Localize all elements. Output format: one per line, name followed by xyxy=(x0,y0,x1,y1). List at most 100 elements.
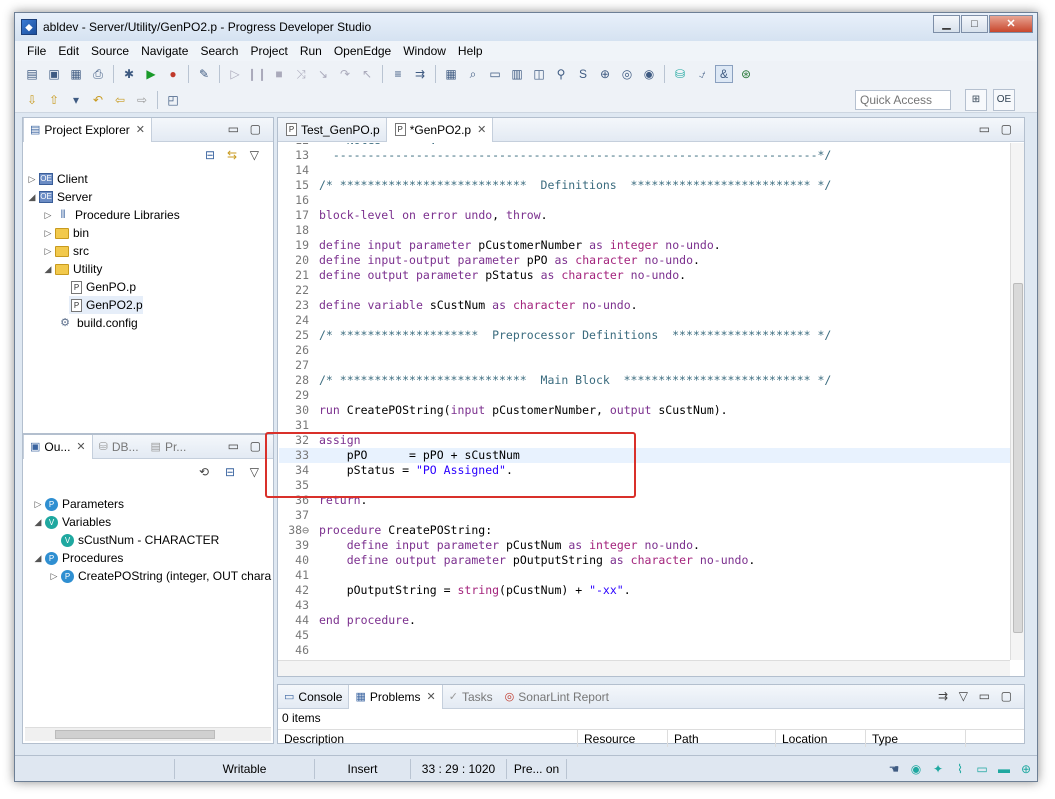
column-location[interactable]: Location xyxy=(776,730,866,747)
print-icon[interactable]: ⎙ xyxy=(89,65,107,83)
code-line[interactable]: 18 xyxy=(279,223,1010,238)
code-text[interactable]: define output parameter pStatus as chara… xyxy=(319,268,686,283)
code-line[interactable]: 13 -------------------------------------… xyxy=(279,148,1010,163)
code-line[interactable]: 44 end procedure. xyxy=(279,613,1010,628)
tab-genpo2[interactable]: P *GenPO2.p ✕ xyxy=(385,117,494,142)
minimize-view-icon[interactable]: ▭ xyxy=(228,439,239,453)
menu-project[interactable]: Project xyxy=(244,44,293,58)
scroll-thumb[interactable] xyxy=(1013,283,1023,633)
code-line[interactable]: 46 xyxy=(279,643,1010,658)
network-icon[interactable]: ◉ xyxy=(640,65,658,83)
pin-icon[interactable]: ▾ xyxy=(67,91,85,109)
minimize-view-icon[interactable]: ▭ xyxy=(228,122,239,136)
code-line[interactable]: 29 xyxy=(279,388,1010,403)
new-icon[interactable]: ▤ xyxy=(23,65,41,83)
broom-icon[interactable]: ⌇ xyxy=(951,760,969,778)
code-text[interactable]: run CreatePOString(input pCustomerNumber… xyxy=(319,403,728,418)
menu-window[interactable]: Window xyxy=(397,44,452,58)
view-menu-icon[interactable]: ▽ xyxy=(959,689,968,703)
tree-item-procedure-libraries[interactable]: ▷ ⫴ Procedure Libraries xyxy=(43,206,180,224)
maximize-view-icon[interactable]: ▢ xyxy=(1001,689,1012,703)
quick-access-input[interactable] xyxy=(855,90,951,110)
focus-icon[interactable]: ⇉ xyxy=(938,689,948,703)
tree-item-genpo[interactable]: P GenPO.p xyxy=(69,278,136,296)
minimize-button[interactable]: ▁ xyxy=(933,15,960,33)
outline-item-procedures[interactable]: ◢ P Procedures xyxy=(33,549,124,567)
code-text[interactable]: /* *************************** Definitio… xyxy=(319,178,831,193)
code-text[interactable]: define input parameter pCustomerNumber a… xyxy=(319,238,721,253)
grid-icon[interactable]: ▦ xyxy=(442,65,460,83)
code-line[interactable]: 41 xyxy=(279,568,1010,583)
tab-db-structure[interactable]: ⛁ DB... xyxy=(93,435,145,459)
minimize-view-icon[interactable]: ▭ xyxy=(979,122,990,136)
code-line[interactable]: 14 xyxy=(279,163,1010,178)
forward-icon[interactable]: ⇨ xyxy=(133,91,151,109)
disconnect-icon[interactable]: ⤨ xyxy=(292,65,310,83)
tree-item-client[interactable]: ▷ OE Client xyxy=(27,170,88,188)
code-line[interactable]: 26 xyxy=(279,343,1010,358)
table-icon[interactable]: ▥ xyxy=(508,65,526,83)
column-description[interactable]: Description xyxy=(278,730,578,747)
find-icon[interactable]: ⌕ xyxy=(464,65,482,83)
back-icon[interactable]: ⇦ xyxy=(111,91,129,109)
close-icon[interactable]: ✕ xyxy=(136,123,145,136)
tab-properties[interactable]: ▤ Pr... xyxy=(145,435,193,459)
column-path[interactable]: Path xyxy=(668,730,776,747)
next-annotation-icon[interactable]: ⇩ xyxy=(23,91,41,109)
compile-check-icon[interactable]: ⍻ xyxy=(693,65,711,83)
close-icon[interactable]: ✕ xyxy=(477,123,486,136)
save-all-icon[interactable]: ▦ xyxy=(67,65,85,83)
outline-item-createpostring[interactable]: ▷ P CreatePOString (integer, OUT chara xyxy=(49,567,272,585)
code-text[interactable]: procedure CreatePOString: xyxy=(319,523,492,538)
code-text[interactable]: define output parameter pOutputString as… xyxy=(319,553,756,568)
menu-source[interactable]: Source xyxy=(85,44,135,58)
globe-search-icon[interactable]: ◎ xyxy=(618,65,636,83)
perspective-switch-icon[interactable]: ⊞ xyxy=(965,89,987,111)
code-text[interactable]: end procedure. xyxy=(319,613,416,628)
code-line[interactable]: 19 define input parameter pCustomerNumber… xyxy=(279,238,1010,253)
code-line[interactable]: 17 block-level on error undo, throw. xyxy=(279,208,1010,223)
resume-icon[interactable]: ▷ xyxy=(226,65,244,83)
tree-item-build-config[interactable]: ⚙ build.config xyxy=(55,314,138,332)
eye-icon[interactable]: ◉ xyxy=(907,760,925,778)
ampersand-icon[interactable]: & xyxy=(715,65,733,83)
code-text[interactable]: define input-output parameter pPO as cha… xyxy=(319,253,700,268)
openedge-perspective-icon[interactable]: OE xyxy=(993,89,1015,111)
code-line[interactable]: 21 define output parameter pStatus as cha… xyxy=(279,268,1010,283)
scroll-thumb[interactable] xyxy=(55,730,215,739)
collapse-all-icon[interactable]: ⊟ xyxy=(205,148,215,162)
tab-sonarlint-report[interactable]: ◎ SonarLint Report xyxy=(499,685,615,709)
code-text[interactable]: /* ******************** Preprocessor Def… xyxy=(319,328,831,343)
tab-tasks[interactable]: ✓ Tasks xyxy=(443,685,499,709)
code-text[interactable]: define input parameter pCustNum as integ… xyxy=(319,538,700,553)
view-menu-icon[interactable]: ▽ xyxy=(250,465,259,479)
code-line[interactable]: 22 xyxy=(279,283,1010,298)
code-line[interactable]: 37 xyxy=(279,508,1010,523)
code-line[interactable]: 45 xyxy=(279,628,1010,643)
hand-icon[interactable]: ☚ xyxy=(885,760,903,778)
appserver-icon[interactable]: ⊛ xyxy=(737,65,755,83)
monitor-icon[interactable]: ▭ xyxy=(973,760,991,778)
code-text[interactable]: block-level on error undo, throw. xyxy=(319,208,548,223)
column-type[interactable]: Type xyxy=(866,730,966,747)
debug-icon[interactable]: ✱ xyxy=(120,65,138,83)
code-line[interactable]: 15 /* *************************** Definit… xyxy=(279,178,1010,193)
code-text[interactable]: define variable sCustNum as character no… xyxy=(319,298,638,313)
minimize-view-icon[interactable]: ▭ xyxy=(979,689,990,703)
folder-icon[interactable]: ▬ xyxy=(995,760,1013,778)
open-perspective-icon[interactable]: ◰ xyxy=(164,91,182,109)
code-line[interactable]: 38⊖ procedure CreatePOString: xyxy=(279,523,1010,538)
tree-item-utility[interactable]: ◢ Utility xyxy=(43,260,103,278)
tools-icon[interactable]: ✎ xyxy=(195,65,213,83)
screen-icon[interactable]: ▭ xyxy=(486,65,504,83)
code-editor[interactable]: 12 Notes :13 ---------------------------… xyxy=(279,143,1010,660)
view-menu-icon[interactable]: ▽ xyxy=(250,148,259,162)
code-line[interactable]: 30 run CreatePOString(input pCustomerNumb… xyxy=(279,403,1010,418)
step-into-icon[interactable]: ↘ xyxy=(314,65,332,83)
database-icon[interactable]: ⛁ xyxy=(671,65,689,83)
inspect-icon[interactable]: ⚲ xyxy=(552,65,570,83)
tab-test-genpo[interactable]: P Test_GenPO.p xyxy=(278,118,386,142)
code-line[interactable]: 23 define variable sCustNum as character … xyxy=(279,298,1010,313)
code-line[interactable]: 28 /* *************************** Main Bl… xyxy=(279,373,1010,388)
code-line[interactable]: 39 define input parameter pCustNum as in… xyxy=(279,538,1010,553)
